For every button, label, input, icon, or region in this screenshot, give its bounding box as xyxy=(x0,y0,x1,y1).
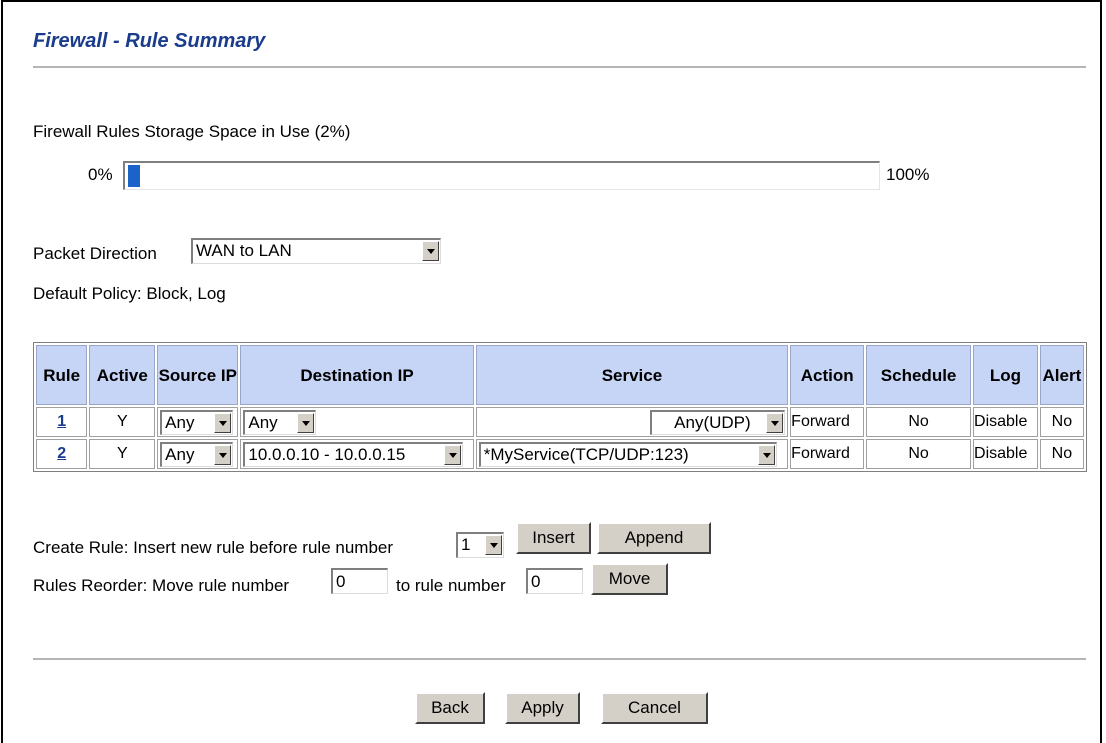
rules-table: Rule Active Source IP Destination IP Ser… xyxy=(33,342,1087,472)
table-header-row: Rule Active Source IP Destination IP Ser… xyxy=(36,345,1084,405)
insert-position-value: 1 xyxy=(461,535,471,554)
chevron-down-icon[interactable] xyxy=(214,444,232,465)
packet-direction-label: Packet Direction xyxy=(33,244,157,263)
table-row: 1 Y Any Any Any(UDP) Forward No Disable … xyxy=(36,407,1084,437)
source-ip-select[interactable]: Any xyxy=(160,441,234,467)
rule-link[interactable]: 1 xyxy=(57,413,66,430)
log-cell: Disable xyxy=(973,439,1038,469)
service-value: *MyService(TCP/UDP:123) xyxy=(483,444,689,464)
header-source-ip: Source IP xyxy=(157,345,239,405)
chevron-down-icon[interactable] xyxy=(485,535,502,555)
append-button[interactable]: Append xyxy=(597,522,711,554)
destination-ip-value: 10.0.0.10 - 10.0.0.15 xyxy=(248,444,406,464)
storage-min-label: 0% xyxy=(88,165,113,184)
chevron-down-icon[interactable] xyxy=(297,412,315,433)
header-destination-ip: Destination IP xyxy=(240,345,474,405)
cancel-button[interactable]: Cancel xyxy=(601,692,708,724)
page-title: Firewall - Rule Summary xyxy=(33,30,266,52)
apply-button[interactable]: Apply xyxy=(505,692,580,724)
insert-position-select[interactable]: 1 xyxy=(456,532,504,558)
header-service: Service xyxy=(475,345,789,405)
schedule-cell: No xyxy=(866,439,972,469)
active-cell: Y xyxy=(89,439,156,469)
service-value: Any(UDP) xyxy=(674,412,751,432)
reorder-to-label: to rule number xyxy=(396,576,506,595)
header-alert: Alert xyxy=(1039,345,1084,405)
storage-progress-bar xyxy=(123,161,880,190)
back-button[interactable]: Back xyxy=(415,692,485,724)
chevron-down-icon[interactable] xyxy=(214,412,232,433)
insert-button[interactable]: Insert xyxy=(516,522,591,554)
alert-cell: No xyxy=(1039,439,1084,469)
create-rule-label: Create Rule: Insert new rule before rule… xyxy=(33,538,394,557)
source-ip-value: Any xyxy=(165,412,195,432)
chevron-down-icon[interactable] xyxy=(422,241,439,261)
log-cell: Disable xyxy=(973,407,1038,437)
active-cell: Y xyxy=(89,407,156,437)
service-select[interactable]: *MyService(TCP/UDP:123) xyxy=(478,441,777,467)
action-cell: Forward xyxy=(790,439,865,469)
header-action: Action xyxy=(790,345,865,405)
move-to-input[interactable] xyxy=(526,568,583,594)
source-ip-select[interactable]: Any xyxy=(160,409,234,435)
alert-cell: No xyxy=(1039,407,1084,437)
header-rule: Rule xyxy=(36,345,88,405)
storage-label: Firewall Rules Storage Space in Use (2%) xyxy=(33,122,351,141)
service-select[interactable]: Any(UDP) xyxy=(650,409,786,435)
move-from-input[interactable] xyxy=(331,568,388,594)
destination-ip-select[interactable]: 10.0.0.10 - 10.0.0.15 xyxy=(243,441,464,467)
schedule-cell: No xyxy=(866,407,972,437)
title-divider xyxy=(33,66,1086,68)
chevron-down-icon[interactable] xyxy=(757,444,775,465)
table-row: 2 Y Any 10.0.0.10 - 10.0.0.15 *MyService… xyxy=(36,439,1084,469)
header-active: Active xyxy=(89,345,156,405)
move-button[interactable]: Move xyxy=(591,563,668,595)
default-policy: Default Policy: Block, Log xyxy=(33,284,226,303)
footer-divider xyxy=(33,658,1086,660)
action-cell: Forward xyxy=(790,407,865,437)
storage-max-label: 100% xyxy=(886,165,930,184)
reorder-label: Rules Reorder: Move rule number xyxy=(33,576,290,595)
source-ip-value: Any xyxy=(165,444,195,464)
chevron-down-icon[interactable] xyxy=(766,412,784,433)
header-log: Log xyxy=(973,345,1038,405)
destination-ip-select[interactable]: Any xyxy=(243,409,317,435)
chevron-down-icon[interactable] xyxy=(444,444,462,465)
destination-ip-value: Any xyxy=(248,412,278,432)
storage-progress-fill xyxy=(128,165,140,187)
packet-direction-select[interactable]: WAN to LAN xyxy=(191,238,441,264)
rule-link[interactable]: 2 xyxy=(57,445,66,462)
header-schedule: Schedule xyxy=(866,345,972,405)
packet-direction-value: WAN to LAN xyxy=(196,241,292,260)
